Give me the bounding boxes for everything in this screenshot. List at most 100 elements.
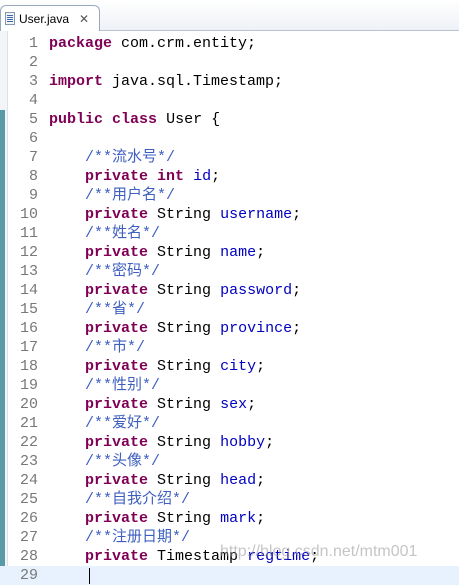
code-line[interactable]: 3 import java.sql.Timestamp; [0,72,459,91]
line-number: 16 [19,320,38,337]
code-line[interactable]: 7 /**流水号*/ [0,148,459,167]
field-token: name [220,244,257,261]
code-line[interactable]: 5 public class User { [0,110,459,129]
code-text: private String province; [49,319,301,338]
close-icon[interactable]: ✕ [79,13,89,25]
code-text: /**用户名*/ [49,186,175,205]
keyword-token: private [49,548,149,565]
code-area[interactable]: 1 package com.crm.entity; 2 3 import java.sq… [0,34,459,585]
comment-token: /**用户名*/ [49,187,176,204]
code-line[interactable]: 18 private String city; [0,357,459,376]
keyword-token: private [49,472,149,489]
code-line[interactable]: 21 /**爱好*/ [0,414,459,433]
code-token: com.crm.entity; [121,35,257,52]
keyword-token: int [157,168,185,185]
keyword-token: public [49,111,104,128]
code-line[interactable]: 2 [0,53,459,72]
field-token: username [220,206,293,223]
code-token: ; [256,244,266,261]
field-token: hobby [220,434,266,451]
code-text: public class User { [49,110,220,129]
line-number: 27 [19,529,38,546]
keyword-token: private [49,244,149,261]
line-number: 9 [28,187,38,204]
code-token: String [157,434,212,451]
code-text: /**注册日期*/ [49,528,190,547]
code-line[interactable]: 11 /**姓名*/ [0,224,459,243]
comment-token: /**省*/ [49,301,146,318]
line-number: 3 [28,73,38,90]
line-number: 17 [19,339,38,356]
keyword-token: private [49,206,149,223]
keyword-token: private [49,358,149,375]
line-number: 22 [19,434,38,451]
java-file-icon [5,12,15,25]
code-line[interactable]: 9 /**用户名*/ [0,186,459,205]
code-text: private String mark; [49,509,265,528]
comment-token: /**密码*/ [49,263,161,280]
line-number: 13 [19,263,38,280]
field-token: province [220,320,293,337]
code-line[interactable]: 13 /**密码*/ [0,262,459,281]
code-token: ; [292,206,302,223]
line-number: 24 [19,472,38,489]
code-line[interactable]: 23 /**头像*/ [0,452,459,471]
code-token: String [157,206,212,223]
line-number: 15 [19,301,38,318]
code-line[interactable]: 6 [0,129,459,148]
code-line[interactable]: 12 private String name; [0,243,459,262]
code-token: ; [292,320,302,337]
code-line[interactable]: 16 private String province; [0,319,459,338]
code-token: String [157,358,212,375]
line-number: 29 [19,567,38,584]
code-line[interactable]: 29 [0,566,459,585]
tab-user-java[interactable]: User.java ✕ [0,5,100,31]
field-token: mark [220,510,257,527]
code-text: private int id; [49,167,220,186]
code-line[interactable]: 20 private String sex; [0,395,459,414]
code-editor[interactable]: 1 package com.crm.entity; 2 3 import java.sq… [0,31,459,585]
code-line[interactable]: 8 private int id; [0,167,459,186]
line-number: 2 [28,54,38,71]
editor-tab-bar: User.java ✕ [0,0,459,31]
code-line[interactable]: 24 private String head; [0,471,459,490]
code-text: /**姓名*/ [49,224,160,243]
code-text: /**性别*/ [49,376,160,395]
code-text: /**省*/ [49,300,145,319]
code-line[interactable]: 25 /**自我介绍*/ [0,490,459,509]
line-number: 23 [19,453,38,470]
line-number: 7 [28,149,38,166]
code-line[interactable]: 26 private String mark; [0,509,459,528]
keyword-token: class [112,111,158,128]
keyword-token: package [49,35,113,52]
keyword-token: private [49,434,149,451]
code-line[interactable]: 15 /**省*/ [0,300,459,319]
comment-token: /**姓名*/ [49,225,161,242]
watermark: http://blog.csdn.net/mtm001 [220,543,418,560]
keyword-token: private [49,168,149,185]
code-line[interactable]: 19 /**性别*/ [0,376,459,395]
code-text: private String city; [49,357,265,376]
code-line[interactable]: 22 private String hobby; [0,433,459,452]
line-number: 4 [28,92,38,109]
line-number: 12 [19,244,38,261]
code-line[interactable]: 10 private String username; [0,205,459,224]
comment-token: /**头像*/ [49,453,161,470]
code-token: String [157,472,212,489]
line-number: 26 [19,510,38,527]
code-line[interactable]: 14 private String password; [0,281,459,300]
comment-token: /**性别*/ [49,377,161,394]
code-text: private String name; [49,243,265,262]
comment-token: /**流水号*/ [49,149,176,166]
text-caret [89,568,90,584]
code-line[interactable]: 17 /**市*/ [0,338,459,357]
code-text: private String password; [49,281,301,300]
code-line[interactable]: 1 package com.crm.entity; [0,34,459,53]
code-line[interactable]: 4 [0,91,459,110]
code-text: package com.crm.entity; [49,34,256,53]
line-number: 1 [28,35,38,52]
code-token: ; [211,168,221,185]
field-token: head [220,472,257,489]
line-number: 14 [19,282,38,299]
code-text: import java.sql.Timestamp; [49,72,283,91]
